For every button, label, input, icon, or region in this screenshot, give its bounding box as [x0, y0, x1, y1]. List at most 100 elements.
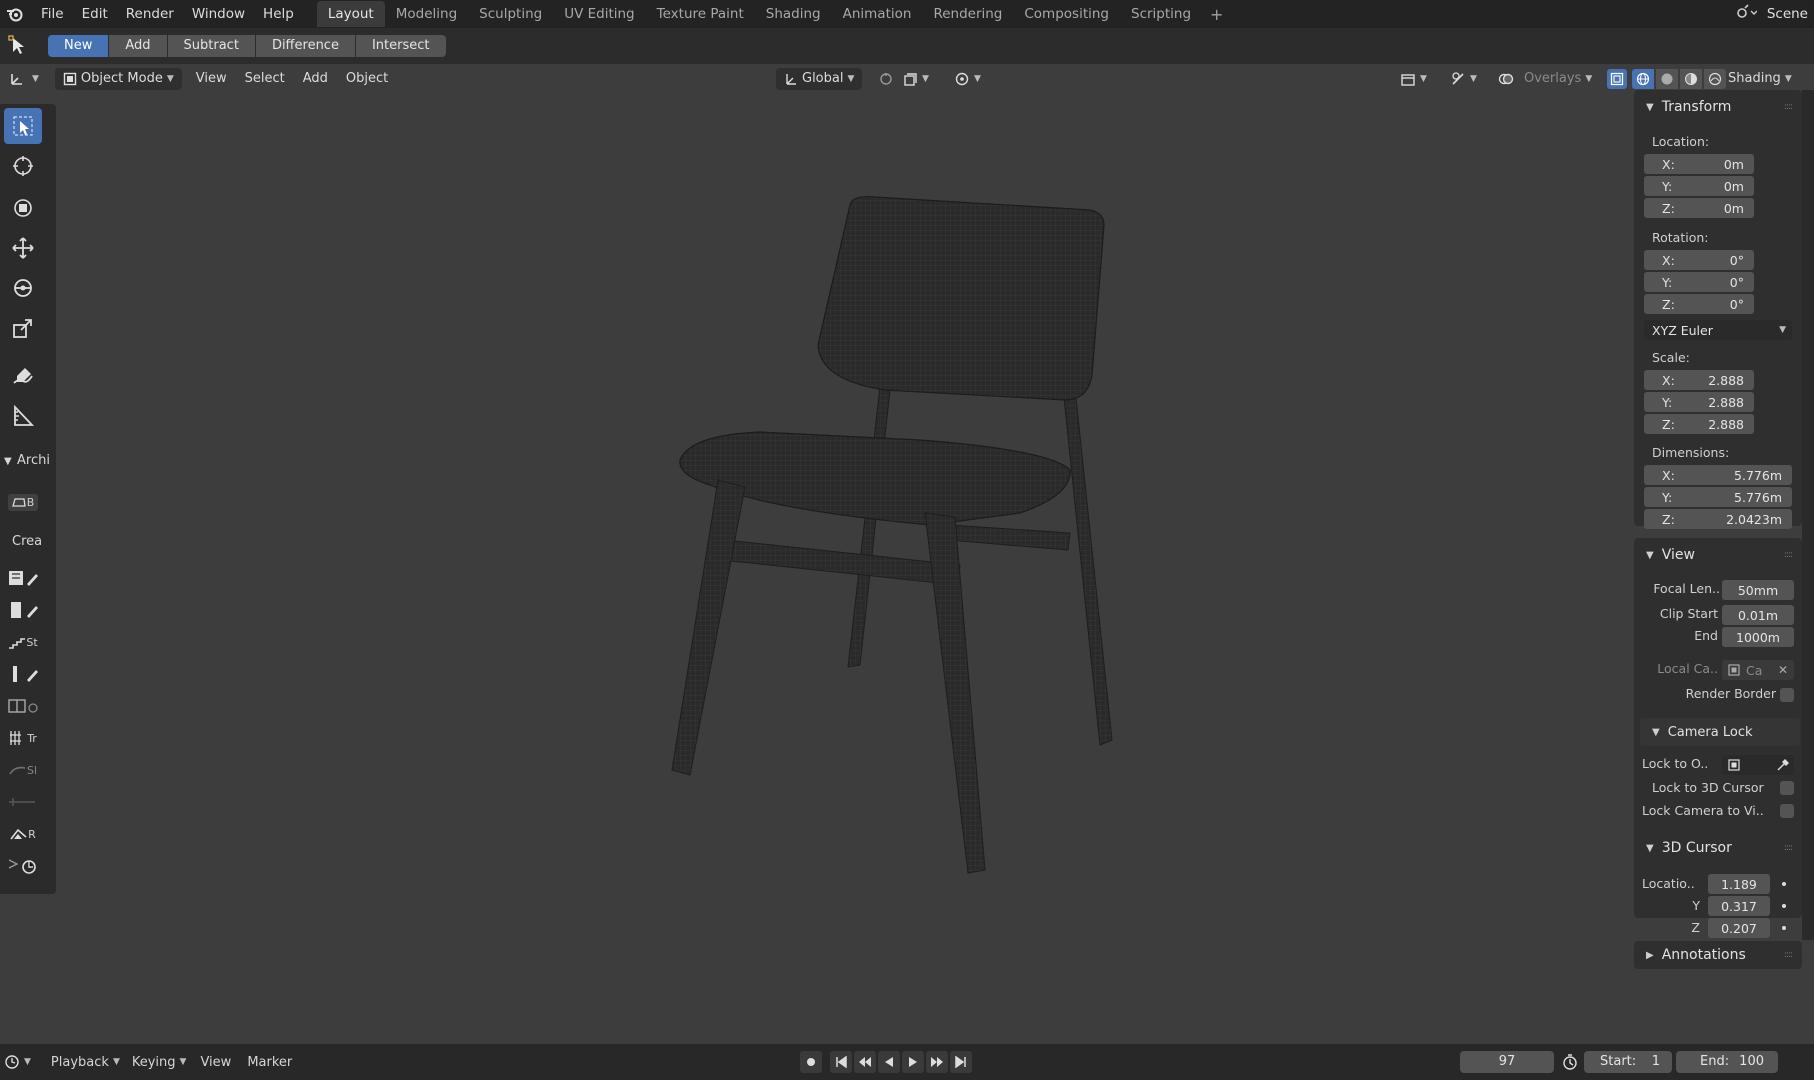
timeline-editor-type-button[interactable]: ▼: [4, 1054, 31, 1070]
playback-menu[interactable]: Playback ▼: [51, 1055, 120, 1070]
menu-help[interactable]: Help: [254, 6, 303, 22]
tab-shading[interactable]: Shading: [755, 1, 832, 27]
transform-panel-header[interactable]: ▼ Transform ::::: [1634, 93, 1802, 121]
drag-grip-icon[interactable]: ::::: [1784, 950, 1793, 960]
blender-logo-icon[interactable]: [4, 3, 26, 25]
clip-start-field[interactable]: 0.01m: [1722, 605, 1794, 625]
play-icon[interactable]: [902, 1051, 924, 1073]
clear-x-icon[interactable]: ✕: [1778, 663, 1788, 677]
header-menu-object[interactable]: Object: [340, 68, 394, 90]
tab-rendering[interactable]: Rendering: [922, 1, 1013, 27]
scene-name[interactable]: Scene: [1767, 6, 1808, 22]
annotate-tool[interactable]: [4, 358, 42, 394]
scale-x-field[interactable]: X: 2.888: [1644, 370, 1754, 390]
archi-tool-disabled[interactable]: [4, 784, 42, 820]
location-z-field[interactable]: Z: 0m: [1644, 198, 1754, 218]
cursor-location-y-field[interactable]: 0.317: [1708, 896, 1770, 916]
location-x-field[interactable]: X: 0m: [1644, 154, 1754, 174]
archi-section-label[interactable]: Archi: [17, 453, 50, 468]
solid-shading-icon[interactable]: [1656, 69, 1678, 89]
transform-tool[interactable]: [4, 190, 42, 226]
tab-sculpting[interactable]: Sculpting: [468, 1, 553, 27]
view-panel-header[interactable]: ▼ View ::::: [1634, 541, 1802, 569]
overlays-dropdown[interactable]: Overlays ▼: [1518, 68, 1598, 90]
bool-intersect-button[interactable]: Intersect: [355, 35, 446, 57]
tab-uv-editing[interactable]: UV Editing: [553, 1, 645, 27]
keyframe-dot-icon[interactable]: [1782, 882, 1786, 886]
archi-tool-roof[interactable]: R: [4, 816, 42, 852]
bool-subtract-button[interactable]: Subtract: [167, 35, 256, 57]
tab-texture-paint[interactable]: Texture Paint: [646, 1, 755, 27]
archi-tool-door-edit[interactable]: [4, 592, 42, 628]
tab-modeling[interactable]: Modeling: [385, 1, 468, 27]
add-workspace-button[interactable]: +: [1202, 5, 1231, 24]
archi-tool-stair[interactable]: St: [4, 624, 42, 660]
measure-tool[interactable]: [4, 398, 42, 434]
local-camera-field[interactable]: Ca ✕: [1722, 660, 1794, 680]
archi-collapse-icon[interactable]: ▼: [4, 456, 12, 467]
snap-button[interactable]: ▼: [896, 68, 935, 90]
tab-scripting[interactable]: Scripting: [1120, 1, 1202, 27]
end-frame-field[interactable]: End: 100: [1676, 1051, 1778, 1073]
keyframe-dot-icon[interactable]: [1782, 904, 1786, 908]
bool-add-button[interactable]: Add: [109, 35, 168, 57]
annotations-panel-header[interactable]: ▶ Annotations ::::: [1634, 941, 1802, 969]
menu-edit[interactable]: Edit: [73, 6, 117, 22]
lock-3d-cursor-checkbox[interactable]: [1780, 781, 1794, 795]
dimensions-z-field[interactable]: Z: 2.0423m: [1644, 509, 1792, 529]
cursor-location-z-field[interactable]: 0.207: [1708, 918, 1770, 938]
timeline-view-menu[interactable]: View: [200, 1055, 231, 1070]
archi-tool-truss[interactable]: Tr: [4, 720, 42, 756]
shading-dropdown[interactable]: Shading ▼: [1722, 68, 1798, 90]
transform-orientation-dropdown[interactable]: Global ▼: [776, 68, 863, 90]
rotation-mode-dropdown[interactable]: XYZ Euler ▼: [1644, 320, 1792, 340]
scale-tool[interactable]: [4, 310, 42, 346]
drag-grip-icon[interactable]: ::::: [1784, 550, 1793, 560]
header-menu-select[interactable]: Select: [239, 68, 291, 90]
focal-length-field[interactable]: 50mm: [1722, 580, 1794, 600]
archi-tool-fence[interactable]: [4, 848, 42, 884]
object-mode-dropdown[interactable]: Object Mode ▼: [54, 68, 182, 90]
keyframe-dot-icon[interactable]: [1782, 926, 1786, 930]
current-frame-field[interactable]: 97: [1460, 1051, 1554, 1073]
eyedropper-icon[interactable]: [1776, 758, 1790, 772]
next-keyframe-icon[interactable]: [926, 1051, 948, 1073]
previous-keyframe-icon[interactable]: [854, 1051, 876, 1073]
proportional-edit-button[interactable]: ▼: [948, 68, 987, 90]
drag-grip-icon[interactable]: ::::: [1784, 843, 1793, 853]
lock-to-object-field[interactable]: [1722, 755, 1794, 775]
rotation-y-field[interactable]: Y: 0°: [1644, 272, 1754, 292]
lock-camera-view-checkbox[interactable]: [1780, 804, 1794, 818]
material-preview-icon[interactable]: [1680, 69, 1702, 89]
select-box-tool[interactable]: [4, 108, 42, 144]
move-tool[interactable]: [4, 230, 42, 266]
xray-toggle[interactable]: [1604, 68, 1630, 90]
sidebar-scroll-strip[interactable]: [1802, 90, 1814, 940]
header-menu-view[interactable]: View: [190, 68, 233, 90]
chair-wireframe-model[interactable]: [660, 195, 1140, 885]
render-border-checkbox[interactable]: [1780, 688, 1794, 702]
start-frame-field[interactable]: Start: 1: [1584, 1051, 1672, 1073]
header-menu-add[interactable]: Add: [297, 68, 334, 90]
overlays-toggle[interactable]: [1492, 68, 1520, 90]
cursor-tool[interactable]: [4, 148, 42, 184]
3d-cursor-panel-header[interactable]: ▼ 3D Cursor ::::: [1634, 834, 1802, 862]
scale-y-field[interactable]: Y: 2.888: [1644, 392, 1754, 412]
camera-lock-panel-header[interactable]: ▼ Camera Lock: [1640, 718, 1800, 746]
dimensions-x-field[interactable]: X: 5.776m: [1644, 465, 1792, 485]
view-object-types-button[interactable]: ▼: [1394, 68, 1433, 90]
archi-tool-b[interactable]: B: [4, 484, 42, 520]
tab-compositing[interactable]: Compositing: [1013, 1, 1120, 27]
menu-render[interactable]: Render: [117, 6, 183, 22]
tab-layout[interactable]: Layout: [316, 1, 385, 27]
bool-difference-button[interactable]: Difference: [255, 35, 356, 57]
menu-file[interactable]: File: [32, 6, 73, 22]
play-reverse-icon[interactable]: [878, 1051, 900, 1073]
jump-to-start-icon[interactable]: [830, 1051, 852, 1073]
archi-tool-window-edit[interactable]: [4, 656, 42, 692]
drag-grip-icon[interactable]: ::::: [1784, 102, 1793, 112]
tab-animation[interactable]: Animation: [832, 1, 923, 27]
rotate-tool[interactable]: [4, 270, 42, 306]
clip-end-field[interactable]: 1000m: [1722, 627, 1794, 647]
menu-window[interactable]: Window: [183, 6, 254, 22]
